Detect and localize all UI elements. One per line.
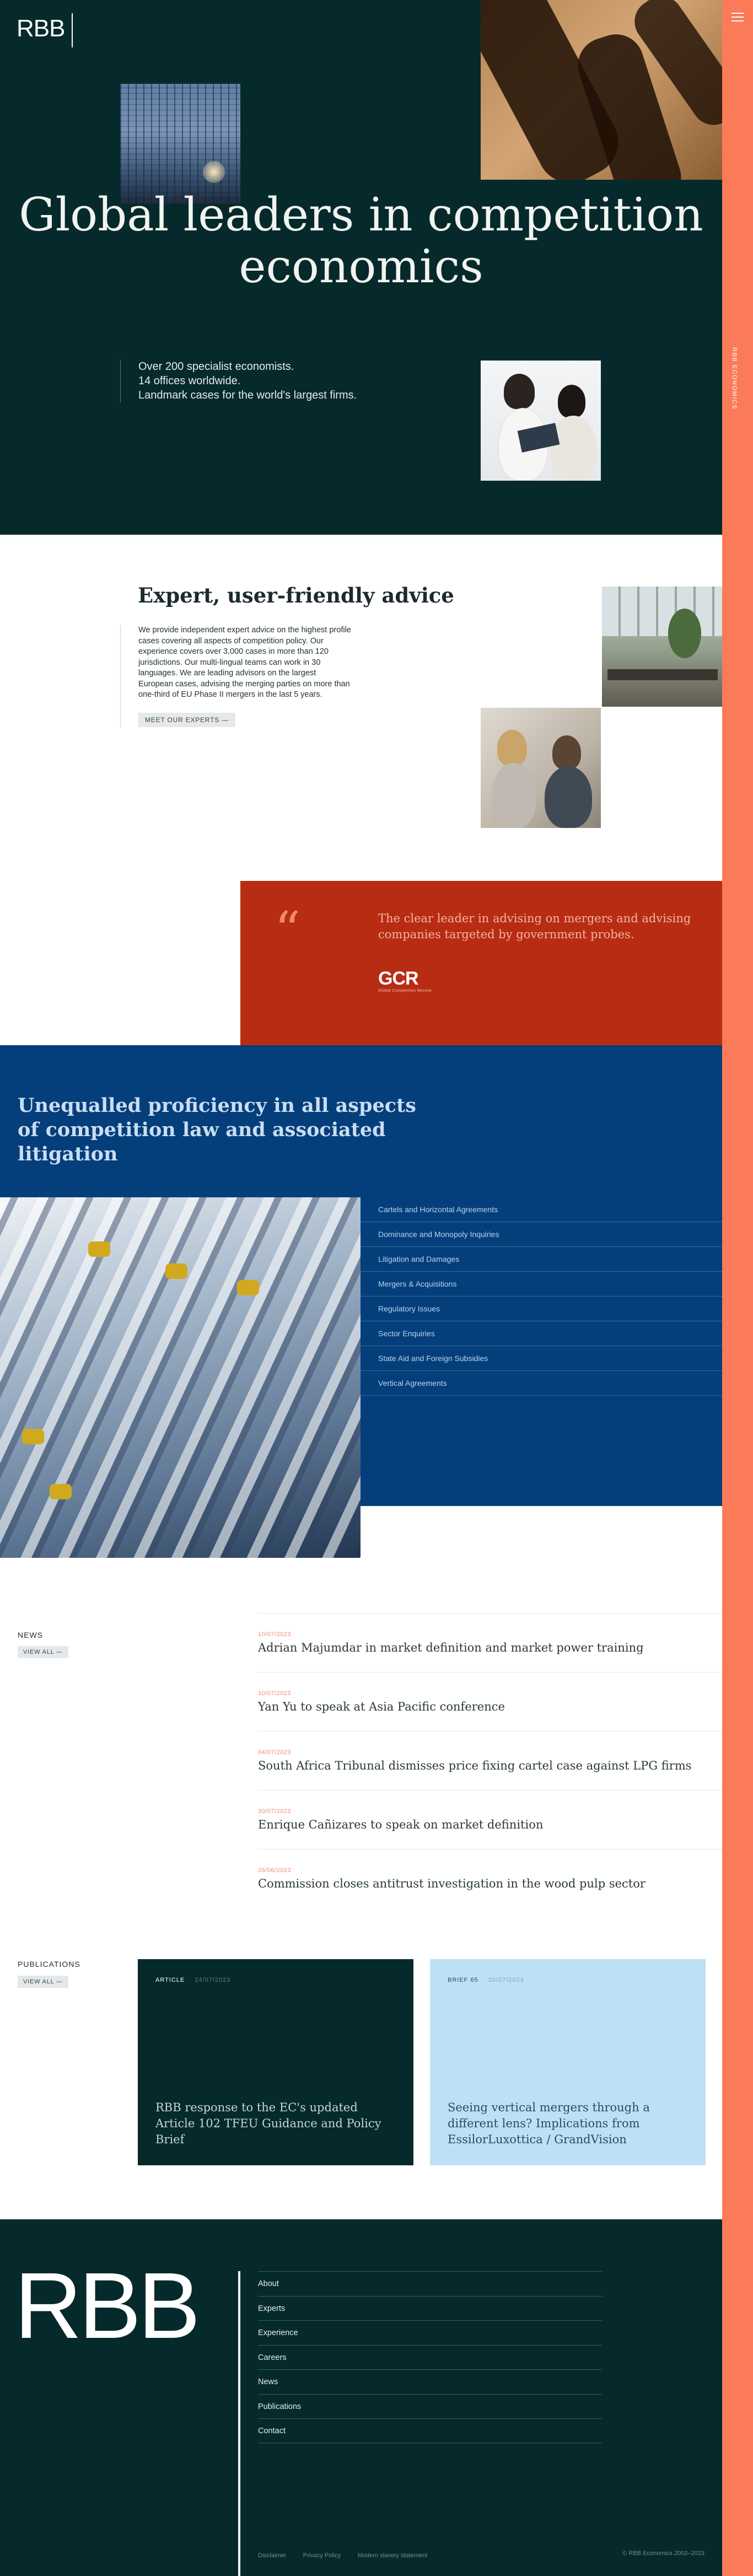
service-litigation[interactable]: Litigation and Damages xyxy=(361,1247,722,1272)
publications-section-label: PUBLICATIONS xyxy=(18,1960,80,1969)
industrial-machine-image xyxy=(0,1197,361,1558)
news-list: 10/07/2023 Adrian Majumdar in market def… xyxy=(258,1613,722,1908)
footer-nav-publications[interactable]: Publications xyxy=(258,2394,602,2419)
advice-heading: Expert, user-friendly advice xyxy=(138,583,454,607)
meeting-colleagues-image xyxy=(481,708,601,828)
news-title: South Africa Tribunal dismisses price fi… xyxy=(258,1759,692,1772)
footer-logo[interactable]: RBB xyxy=(14,2259,201,2353)
hero-section: RBB Global leaders in competition econom… xyxy=(0,0,722,535)
advice-block: We provide independent expert advice on … xyxy=(120,625,352,727)
services-list: Cartels and Horizontal Agreements Domina… xyxy=(361,1197,722,1396)
publication-tag: BRIEF 65 20/07/2023 xyxy=(448,1977,524,1983)
arrow-right-icon: — xyxy=(54,1649,63,1655)
news-title: Commission closes antitrust investigatio… xyxy=(258,1877,646,1890)
footer-nav-experience[interactable]: Experience xyxy=(258,2320,602,2345)
news-item[interactable]: 10/07/2023 Yan Yu to speak at Asia Pacif… xyxy=(258,1672,722,1731)
meet-experts-label: MEET OUR EXPERTS xyxy=(145,716,220,724)
side-rail xyxy=(722,0,753,2576)
news-item[interactable]: 26/06/2023 Commission closes antitrust i… xyxy=(258,1849,722,1908)
people-shadows-image xyxy=(481,0,722,180)
colleagues-laptop-image xyxy=(481,361,601,481)
expertise-header: Unequalled proficiency in all aspects of… xyxy=(0,1045,722,1197)
advice-text: We provide independent expert advice on … xyxy=(138,626,351,699)
news-item[interactable]: 10/07/2023 Adrian Majumdar in market def… xyxy=(258,1613,722,1672)
news-date: 10/07/2023 xyxy=(258,1690,292,1697)
publication-title: RBB response to the EC's updated Article… xyxy=(155,2101,381,2146)
rail-brand-label: RBB ECONOMICS xyxy=(731,347,738,410)
hero-title: Global leaders in competition economics xyxy=(19,188,703,293)
gcr-logo: GCR Global Competition Review xyxy=(378,968,432,993)
news-title: Adrian Majumdar in market definition and… xyxy=(258,1641,644,1654)
arrow-right-icon: — xyxy=(222,716,229,724)
meet-experts-button[interactable]: MEET OUR EXPERTS — xyxy=(138,712,236,727)
news-date: 04/07/2023 xyxy=(258,1749,292,1756)
stat-offices: 14 offices worldwide. xyxy=(138,375,241,387)
arrow-right-icon: — xyxy=(54,1978,63,1985)
privacy-policy-link[interactable]: Privacy Policy xyxy=(303,2552,341,2559)
quote-text: The clear leader in advising on mergers … xyxy=(378,912,691,941)
hamburger-menu-icon[interactable] xyxy=(729,10,746,23)
office-interior-image xyxy=(602,587,722,707)
news-view-all-button[interactable]: VIEW ALL — xyxy=(18,1646,68,1658)
footer-legal-links: Disclaimer Privacy Policy Modern slavery… xyxy=(258,2550,442,2560)
news-date: 30/07/2023 xyxy=(258,1808,292,1815)
logo-divider xyxy=(72,13,73,47)
service-regulatory[interactable]: Regulatory Issues xyxy=(361,1297,722,1321)
stat-economists: Over 200 specialist economists. xyxy=(138,361,294,373)
copyright-text: © RBB Economics 2002–2023 xyxy=(622,2550,704,2557)
expertise-heading: Unequalled proficiency in all aspects of… xyxy=(18,1094,416,1165)
publication-date: 20/07/2023 xyxy=(488,1977,524,1983)
publication-date: 24/07/2023 xyxy=(195,1977,231,1983)
publication-card[interactable]: ARTICLE 24/07/2023 RBB response to the EC… xyxy=(138,1959,413,2165)
footer-nav: About Experts Experience Careers News Pu… xyxy=(258,2271,602,2443)
footer-nav-about[interactable]: About xyxy=(258,2271,602,2296)
site-footer: RBB About Experts Experience Careers New… xyxy=(0,2219,722,2576)
service-sector-enquiries[interactable]: Sector Enquiries xyxy=(361,1321,722,1346)
footer-nav-careers[interactable]: Careers xyxy=(258,2344,602,2370)
service-dominance[interactable]: Dominance and Monopoly Inquiries xyxy=(361,1222,722,1247)
stat-cases: Landmark cases for the world's largest f… xyxy=(138,389,357,401)
service-vertical[interactable]: Vertical Agreements xyxy=(361,1371,722,1396)
footer-nav-experts[interactable]: Experts xyxy=(258,2295,602,2321)
service-mergers[interactable]: Mergers & Acquisitions xyxy=(361,1272,722,1297)
publications-view-all-button[interactable]: VIEW ALL — xyxy=(18,1976,68,1988)
news-item[interactable]: 04/07/2023 South Africa Tribunal dismiss… xyxy=(258,1731,722,1790)
footer-nav-news[interactable]: News xyxy=(258,2369,602,2394)
news-title: Yan Yu to speak at Asia Pacific conferen… xyxy=(258,1700,505,1713)
quote-mark-icon: “ xyxy=(275,901,301,960)
service-state-aid[interactable]: State Aid and Foreign Subsidies xyxy=(361,1346,722,1371)
news-section-label: NEWS xyxy=(18,1631,43,1639)
disclaimer-link[interactable]: Disclaimer xyxy=(258,2552,286,2559)
modern-slavery-link[interactable]: Modern slavery statement xyxy=(358,2552,428,2559)
publication-title: Seeing vertical mergers through a differ… xyxy=(448,2101,650,2146)
city-skyline-image xyxy=(120,84,240,204)
news-item[interactable]: 30/07/2023 Enrique Cañizares to speak on… xyxy=(258,1790,722,1849)
footer-nav-contact[interactable]: Contact xyxy=(258,2418,602,2443)
news-title: Enrique Cañizares to speak on market def… xyxy=(258,1818,544,1831)
news-date: 26/06/2023 xyxy=(258,1867,292,1874)
site-logo[interactable]: RBB xyxy=(17,17,65,41)
news-date: 10/07/2023 xyxy=(258,1631,292,1638)
testimonial-quote: “ The clear leader in advising on merger… xyxy=(240,881,722,1045)
footer-divider xyxy=(238,2271,240,2576)
service-cartels[interactable]: Cartels and Horizontal Agreements xyxy=(361,1197,722,1222)
hero-stats: Over 200 specialist economists. 14 offic… xyxy=(120,359,357,402)
publication-tag: ARTICLE 24/07/2023 xyxy=(155,1977,231,1983)
publication-card[interactable]: BRIEF 65 20/07/2023 Seeing vertical merge… xyxy=(430,1959,706,2165)
